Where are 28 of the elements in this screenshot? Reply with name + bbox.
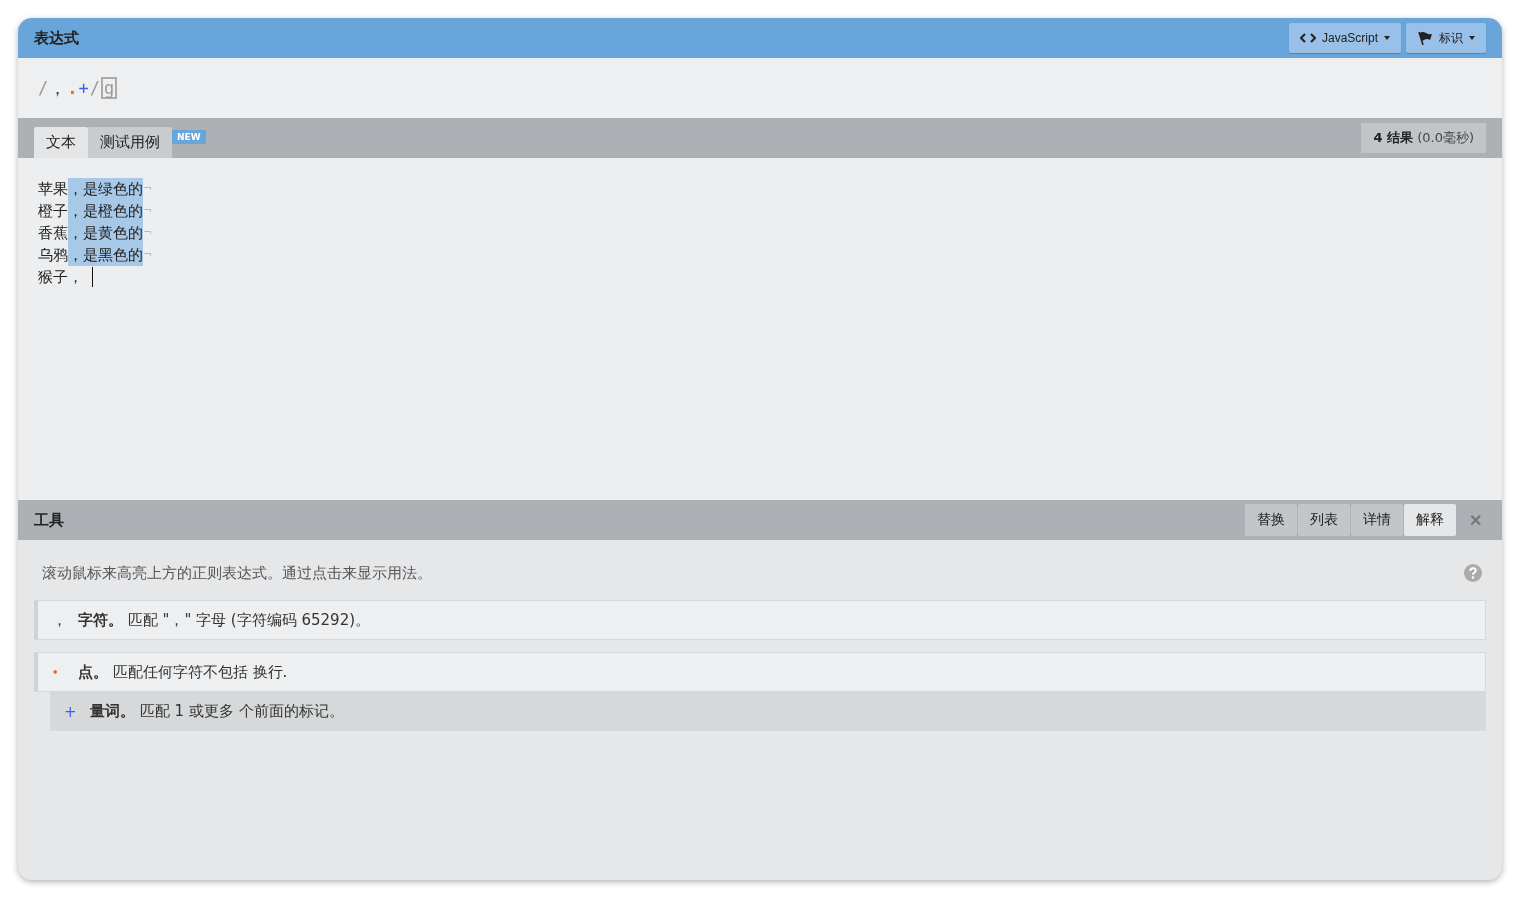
- explanation-text: 字符。 匹配 "，" 字母 (字符编码 65292)。: [78, 610, 371, 630]
- language-dropdown[interactable]: JavaScript: [1288, 23, 1401, 53]
- token-symbol: ，: [51, 610, 68, 630]
- tab[interactable]: 测试用例: [88, 127, 172, 158]
- tab[interactable]: 详情: [1351, 504, 1403, 536]
- tab[interactable]: 解释: [1404, 504, 1456, 536]
- result-count: 4 结果 (0.0毫秒): [1361, 123, 1486, 153]
- token-symbol: +: [63, 702, 78, 721]
- tab[interactable]: 列表: [1298, 504, 1350, 536]
- panel-title: 表达式: [34, 28, 79, 48]
- tab[interactable]: 替换: [1245, 504, 1297, 536]
- caret-icon: [1384, 36, 1390, 40]
- expression-field[interactable]: /，.+/ g: [38, 76, 118, 100]
- flags-dropdown[interactable]: 标识: [1406, 23, 1486, 53]
- flag-icon: [1417, 31, 1433, 45]
- text-editor[interactable]: 苹果，是绿色的¬ 橙子，是橙色的¬ 香蕉，是黄色的¬ 乌鸦，是黑色的¬ 猴子，: [18, 158, 1502, 500]
- panel-title: 工具: [34, 510, 64, 530]
- explanation-text: 量词。 匹配 1 或更多 个前面的标记。: [90, 702, 344, 721]
- new-badge: NEW: [172, 130, 206, 144]
- caret-icon: [1469, 36, 1475, 40]
- explanation-row[interactable]: ， 字符。 匹配 "，" 字母 (字符编码 65292)。: [34, 600, 1486, 640]
- tab[interactable]: 文本: [34, 127, 88, 158]
- token-symbol: •: [51, 666, 60, 678]
- explanation-text: 点。 匹配任何字符不包括 换行.: [78, 662, 288, 682]
- code-icon: [1299, 33, 1316, 43]
- help-icon: [1464, 564, 1482, 582]
- hint-text: 滚动鼠标来高亮上方的正则表达式。通过点击来显示用法。: [42, 563, 432, 583]
- explanation-row[interactable]: • 点。 匹配任何字符不包括 换行.: [34, 652, 1486, 692]
